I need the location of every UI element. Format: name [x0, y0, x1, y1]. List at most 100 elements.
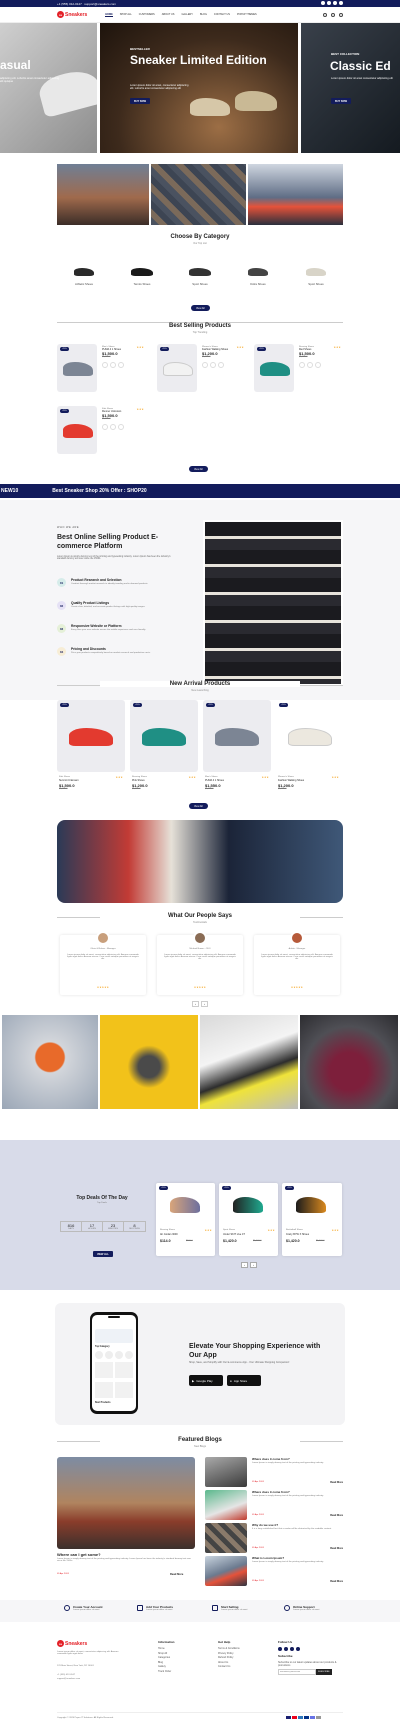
footer-link[interactable]: Track Order: [158, 1670, 175, 1673]
product-name[interactable]: Pink Shoes: [132, 779, 145, 782]
instagram-icon[interactable]: [290, 1647, 294, 1651]
blog-main-image[interactable]: [57, 1457, 195, 1549]
promo-banner-image[interactable]: [57, 820, 343, 903]
banner-image-1[interactable]: [57, 164, 149, 225]
next-arrow-icon[interactable]: ›: [201, 1001, 208, 1007]
nav-about[interactable]: ABOUT US: [162, 13, 175, 17]
next-arrow-icon[interactable]: ›: [250, 1262, 257, 1268]
nav-home[interactable]: HOME: [105, 13, 113, 17]
footer-link[interactable]: Shop All: [158, 1652, 175, 1655]
subscribe-button[interactable]: SUBSCRIBE: [316, 1669, 332, 1675]
linkedin-icon[interactable]: [339, 1, 343, 5]
gallery-image[interactable]: [300, 1015, 398, 1109]
nav-gallery[interactable]: GALLERY: [181, 13, 193, 17]
prev-arrow-icon[interactable]: ‹: [241, 1262, 248, 1268]
banner-image-2[interactable]: [151, 164, 246, 225]
category-item[interactable]: Kicks Shoes: [238, 268, 278, 286]
twitter-icon[interactable]: [327, 1, 331, 5]
category-item[interactable]: Sport Shoes: [180, 268, 220, 286]
blog-read-more[interactable]: Read More: [330, 1514, 343, 1517]
product-name[interactable]: Summit Unknown: [59, 779, 79, 782]
deal-card[interactable]: -25% Sport Shoes ★★★ Under SKIT Live 4T …: [219, 1183, 278, 1256]
nav-contact[interactable]: CONTACT US: [214, 13, 230, 17]
app-store-button[interactable]: ● App Store: [227, 1375, 261, 1386]
blog-item[interactable]: What is Lorem Ipsum? Lorem Ipsum is simp…: [205, 1556, 345, 1586]
blog-item[interactable]: Where does it come from? Lorem Ipsum is …: [205, 1457, 345, 1487]
arrival-view-all-button[interactable]: View All: [189, 803, 208, 809]
cart-icon[interactable]: [102, 362, 108, 368]
blog-read-more[interactable]: Read More: [330, 1481, 343, 1484]
hero-buy-now-button[interactable]: BUY NOW: [130, 98, 151, 104]
user-icon[interactable]: [331, 12, 335, 17]
hero-slide-right[interactable]: BEST COLLECTION Classic Ed Lorem ipsum d…: [301, 23, 400, 153]
footer-link[interactable]: About Us: [218, 1661, 240, 1664]
hero-slide-left[interactable]: asual adipiscing elit. Lobortis amet con…: [0, 23, 97, 153]
instagram-icon[interactable]: [333, 1, 337, 5]
blog-main-title[interactable]: Where can I get some?: [57, 1552, 101, 1557]
eye-icon[interactable]: [315, 362, 321, 368]
banner-image-3[interactable]: [248, 164, 343, 225]
nav-blog[interactable]: BLOG: [200, 13, 207, 17]
bestselling-view-all-button[interactable]: View All: [189, 466, 208, 472]
gallery-image[interactable]: [2, 1015, 98, 1109]
nav-customers[interactable]: CUSTOMERS: [139, 13, 155, 17]
blog-main-read-more[interactable]: Read More: [170, 1573, 183, 1576]
category-item[interactable]: Tennis Shoes: [122, 268, 162, 286]
eye-icon[interactable]: [118, 362, 124, 368]
product-card[interactable]: -25% Running Shoes ★★★ Pink Shoes $1,200…: [130, 700, 200, 796]
cart-icon[interactable]: [102, 424, 108, 430]
gallery-image[interactable]: [200, 1015, 298, 1109]
gallery-image[interactable]: [100, 1015, 198, 1109]
footer-link[interactable]: Blog: [158, 1661, 175, 1664]
cart-icon[interactable]: [339, 12, 343, 17]
twitter-icon[interactable]: [284, 1647, 288, 1651]
blog-read-more[interactable]: Read More: [330, 1580, 343, 1583]
product-card[interactable]: -25% Men's Shoes ★★★ PUMA 4 1 Shoes $1,5…: [57, 344, 144, 396]
deals-view-all-button[interactable]: VIEW ALL: [93, 1251, 113, 1257]
footer-link[interactable]: Terms & Conditions: [218, 1647, 240, 1650]
search-icon[interactable]: [323, 12, 327, 17]
product-card[interactable]: -25% Women's Shoes ★★★ Fashion Walking S…: [157, 344, 244, 396]
product-card[interactable]: -25% Kids Shoes ★★★ Runner Unknown $1,50…: [57, 406, 144, 458]
subscribe-email-input[interactable]: [278, 1669, 316, 1675]
heart-icon[interactable]: [110, 362, 116, 368]
eye-icon[interactable]: [218, 362, 224, 368]
cart-icon[interactable]: [299, 362, 305, 368]
deal-card[interactable]: -25% Basketball Shoes ★★★ Crazy BYW X Sh…: [282, 1183, 342, 1256]
product-name[interactable]: Fashion Walking Shoes: [278, 779, 304, 782]
blog-read-more[interactable]: Read More: [330, 1547, 343, 1550]
prev-arrow-icon[interactable]: ‹: [192, 1001, 199, 1007]
facebook-icon[interactable]: [321, 1, 325, 5]
product-name[interactable]: Under SKIT Live 4T: [223, 1233, 245, 1236]
linkedin-icon[interactable]: [296, 1647, 300, 1651]
heart-icon[interactable]: [110, 424, 116, 430]
product-card[interactable]: -25% Women's Shoes ★★★ Fashion Walking S…: [276, 700, 343, 796]
blog-item[interactable]: Why do we use it? It is a long establish…: [205, 1523, 345, 1553]
nav-popup[interactable]: POPUP THEMES: [237, 13, 257, 17]
product-card[interactable]: -25% Kids Shoes ★★★ Summit Unknown $1,50…: [57, 700, 127, 796]
footer-link[interactable]: Refund Policy: [218, 1656, 240, 1659]
footer-logo[interactable]: ss Sneakers: [57, 1640, 87, 1647]
heart-icon[interactable]: [210, 362, 216, 368]
nav-shop-all[interactable]: SHOP ALL: [120, 13, 132, 17]
hero-slide-center[interactable]: BESTSELLER Sneaker Limited Edition Lorem…: [100, 23, 298, 153]
category-item[interactable]: Sport Shoes: [296, 268, 336, 286]
google-play-button[interactable]: ▶ Google Play: [189, 1375, 223, 1386]
product-name[interactable]: Air Jordan 3000: [160, 1233, 178, 1236]
category-view-all-button[interactable]: View All: [191, 305, 210, 311]
product-name[interactable]: PUMA 4 1 Shoes: [205, 779, 224, 782]
blog-item[interactable]: Where does it come from? Lorem Ipsum is …: [205, 1490, 345, 1520]
social-icons[interactable]: [319, 1, 343, 6]
hero-right-buy-button[interactable]: BUY NOW: [331, 98, 352, 104]
facebook-icon[interactable]: [278, 1647, 282, 1651]
footer-link[interactable]: Gallery: [158, 1665, 175, 1668]
product-name[interactable]: Crazy BYW X Shoes: [286, 1233, 309, 1236]
product-card[interactable]: -25% Running Shoes ★★★ Red Shoes $1,500.…: [254, 344, 341, 396]
cart-icon[interactable]: [202, 362, 208, 368]
footer-link[interactable]: Home: [158, 1647, 175, 1650]
footer-link[interactable]: Categories: [158, 1656, 175, 1659]
deal-card[interactable]: -25% Running Shoes ★★★ Air Jordan 3000 $…: [156, 1183, 215, 1256]
footer-link[interactable]: Contact Us: [218, 1665, 240, 1668]
heart-icon[interactable]: [307, 362, 313, 368]
category-item[interactable]: Athletic Shoes: [64, 268, 104, 286]
